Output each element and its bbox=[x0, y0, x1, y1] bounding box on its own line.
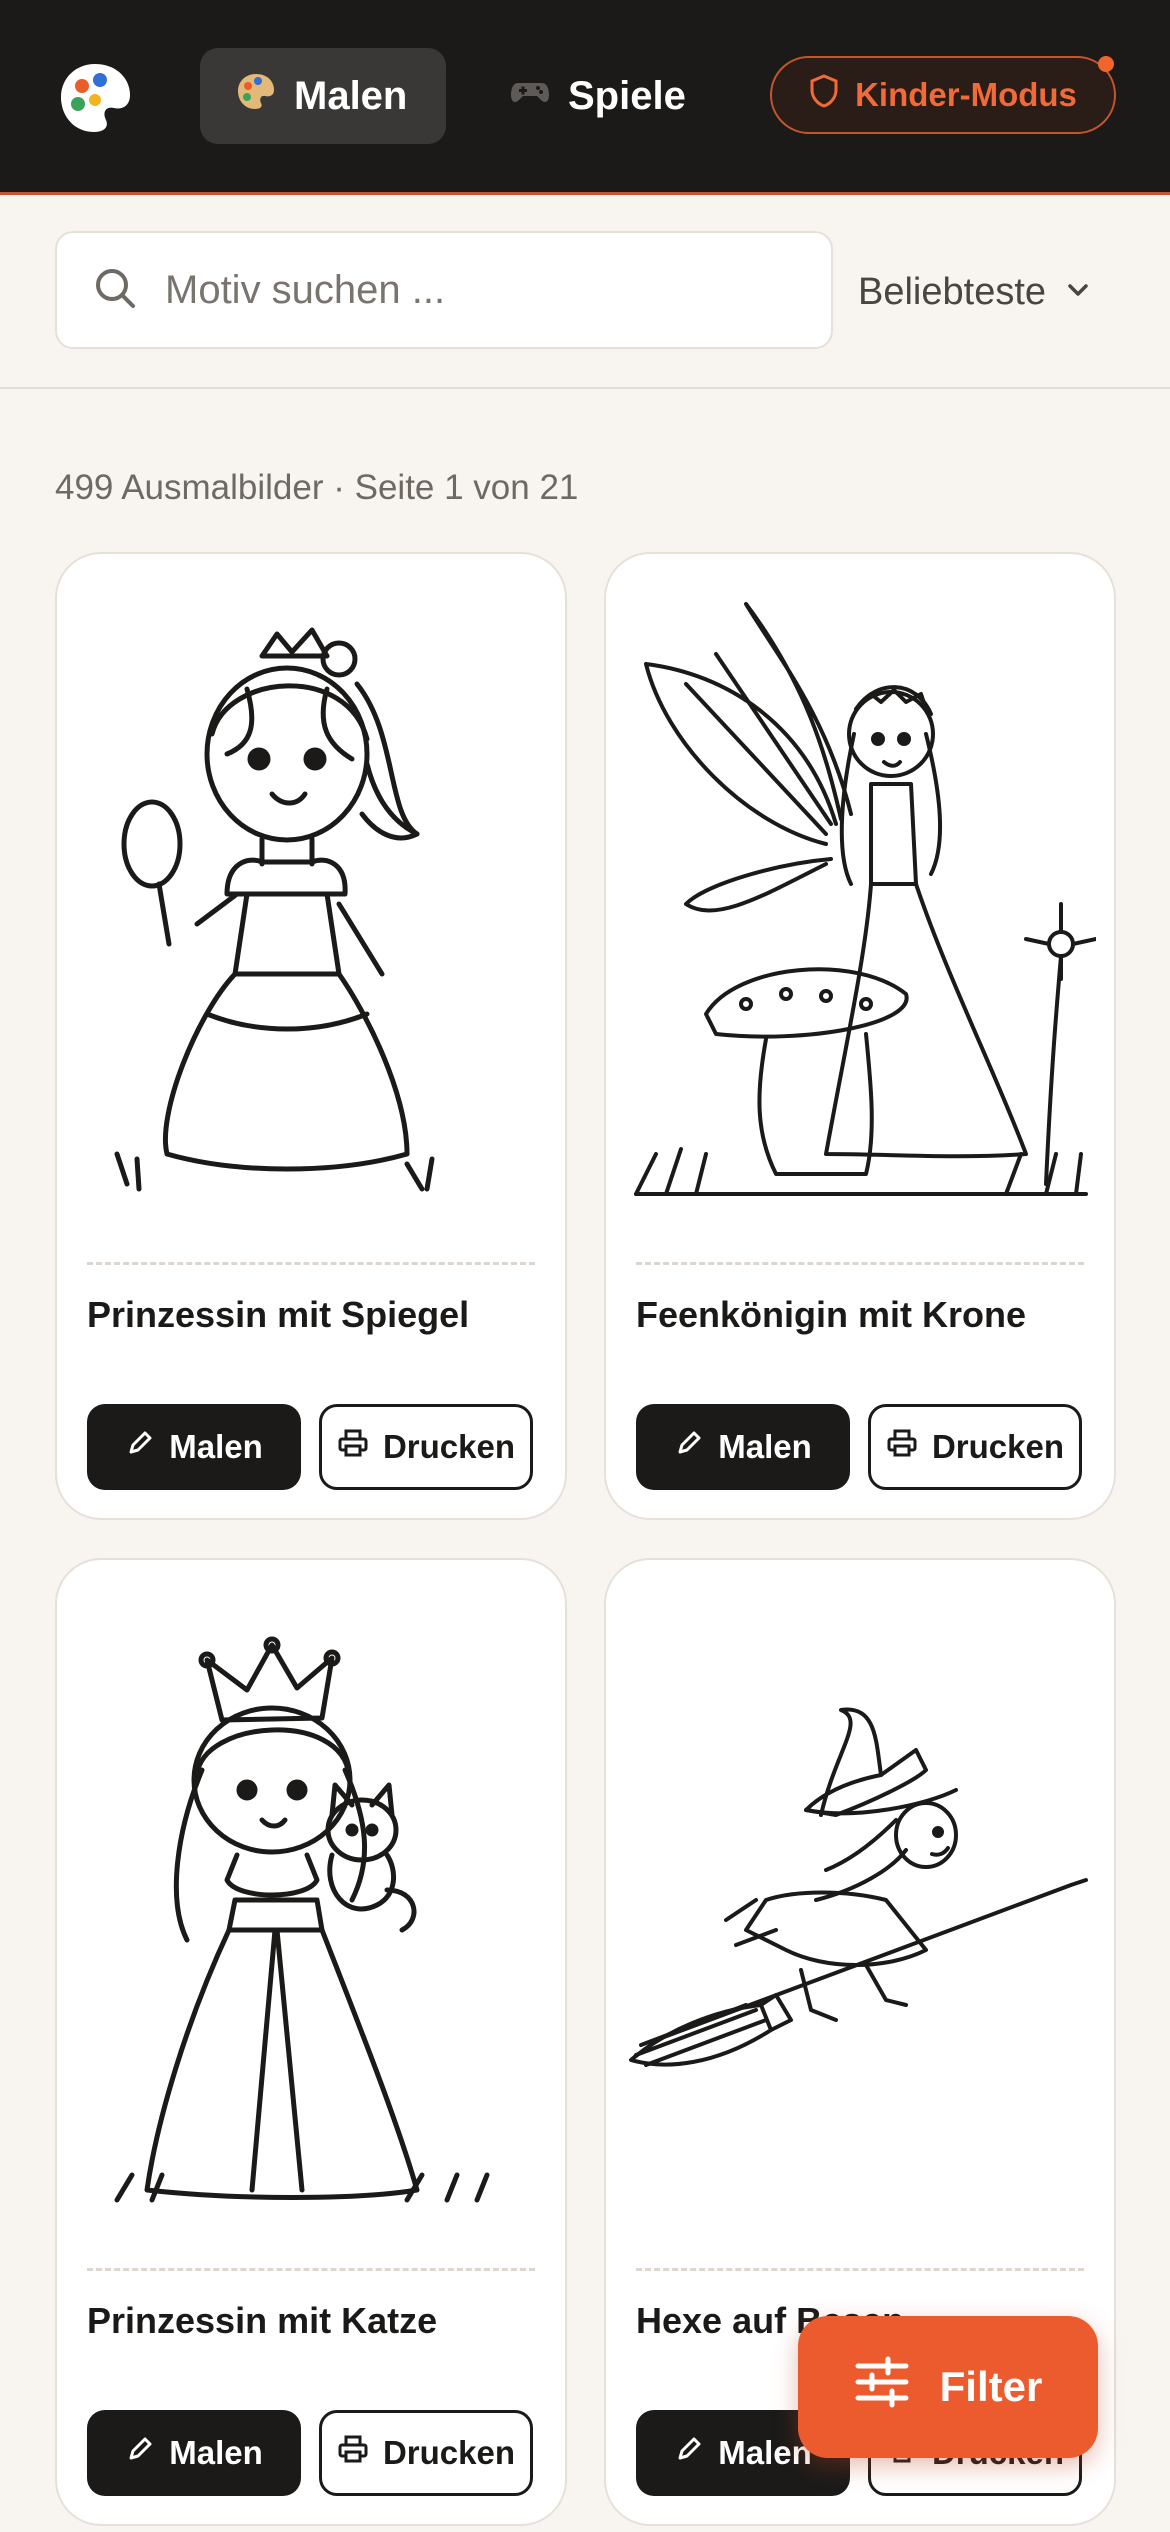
card-divider bbox=[87, 1262, 535, 1265]
paint-button[interactable]: Malen bbox=[87, 2410, 301, 2496]
coloring-card[interactable]: Prinzessin mit Spiegel Malen Drucken bbox=[55, 552, 567, 1520]
pencil-icon bbox=[125, 1428, 155, 1466]
paint-button[interactable]: Malen bbox=[636, 1404, 850, 1490]
card-divider bbox=[636, 2268, 1084, 2271]
paint-button-label: Malen bbox=[169, 2434, 263, 2471]
tab-malen[interactable]: Malen bbox=[200, 48, 446, 144]
search-input[interactable] bbox=[163, 266, 767, 314]
sort-dropdown[interactable]: Beliebteste bbox=[858, 267, 1092, 317]
paint-button-label: Malen bbox=[718, 2434, 812, 2471]
search-box[interactable] bbox=[55, 231, 833, 349]
print-button-label: Drucken bbox=[931, 1428, 1065, 1465]
pencil-icon bbox=[125, 2434, 155, 2472]
tab-spiele[interactable]: Spiele bbox=[474, 48, 704, 144]
notification-dot bbox=[1098, 56, 1114, 72]
paint-button[interactable]: Malen bbox=[87, 1404, 301, 1490]
card-divider bbox=[87, 2268, 535, 2271]
print-button-label: Drucken bbox=[382, 1428, 516, 1465]
printer-icon bbox=[886, 1428, 918, 1466]
print-button[interactable]: Drucken bbox=[319, 2410, 533, 2496]
paint-button-label: Malen bbox=[718, 1428, 812, 1465]
filter-button[interactable]: Filter bbox=[798, 2316, 1098, 2458]
results-summary: 499 Ausmalbilder · Seite 1 von 21 bbox=[55, 468, 579, 507]
paint-button-label: Malen bbox=[169, 1428, 263, 1465]
app-logo-palette-icon[interactable] bbox=[58, 60, 132, 134]
coloring-image-fairy-queen[interactable] bbox=[626, 594, 1096, 1234]
card-divider bbox=[636, 1262, 1084, 1265]
search-icon bbox=[93, 266, 137, 315]
card-title: Prinzessin mit Spiegel bbox=[87, 1294, 470, 1335]
shield-icon bbox=[809, 74, 839, 116]
coloring-image-princess-cat[interactable] bbox=[77, 1600, 547, 2240]
gamepad-icon bbox=[510, 71, 550, 121]
palette-icon bbox=[236, 71, 276, 121]
coloring-card[interactable]: Feenkönigin mit Krone Malen Drucken bbox=[604, 552, 1116, 1520]
kids-mode-button[interactable]: Kinder-Modus bbox=[770, 56, 1116, 134]
printer-icon bbox=[337, 2434, 369, 2472]
tab-malen-label: Malen bbox=[294, 73, 408, 118]
tab-spiele-label: Spiele bbox=[568, 73, 686, 118]
pencil-icon bbox=[674, 2434, 704, 2472]
chevron-down-icon bbox=[1064, 271, 1092, 314]
card-title: Feenkönigin mit Krone bbox=[636, 1294, 1027, 1335]
print-button[interactable]: Drucken bbox=[319, 1404, 533, 1490]
sliders-icon bbox=[854, 2354, 910, 2420]
coloring-image-witch-broom[interactable] bbox=[626, 1600, 1096, 2240]
kids-mode-label: Kinder-Modus bbox=[855, 76, 1077, 113]
coloring-card[interactable]: Prinzessin mit Katze Malen Drucken bbox=[55, 1558, 567, 2526]
print-button-label: Drucken bbox=[382, 2434, 516, 2471]
printer-icon bbox=[337, 1428, 369, 1466]
card-title: Prinzessin mit Katze bbox=[87, 2300, 438, 2341]
coloring-image-princess-mirror[interactable] bbox=[77, 594, 547, 1234]
search-toolbar: Beliebteste bbox=[0, 195, 1170, 389]
filter-label: Filter bbox=[939, 2363, 1043, 2410]
print-button[interactable]: Drucken bbox=[868, 1404, 1082, 1490]
app-header: Malen Spiele Kinder-Modus bbox=[0, 0, 1170, 195]
sort-label: Beliebteste bbox=[858, 270, 1047, 313]
pencil-icon bbox=[674, 1428, 704, 1466]
